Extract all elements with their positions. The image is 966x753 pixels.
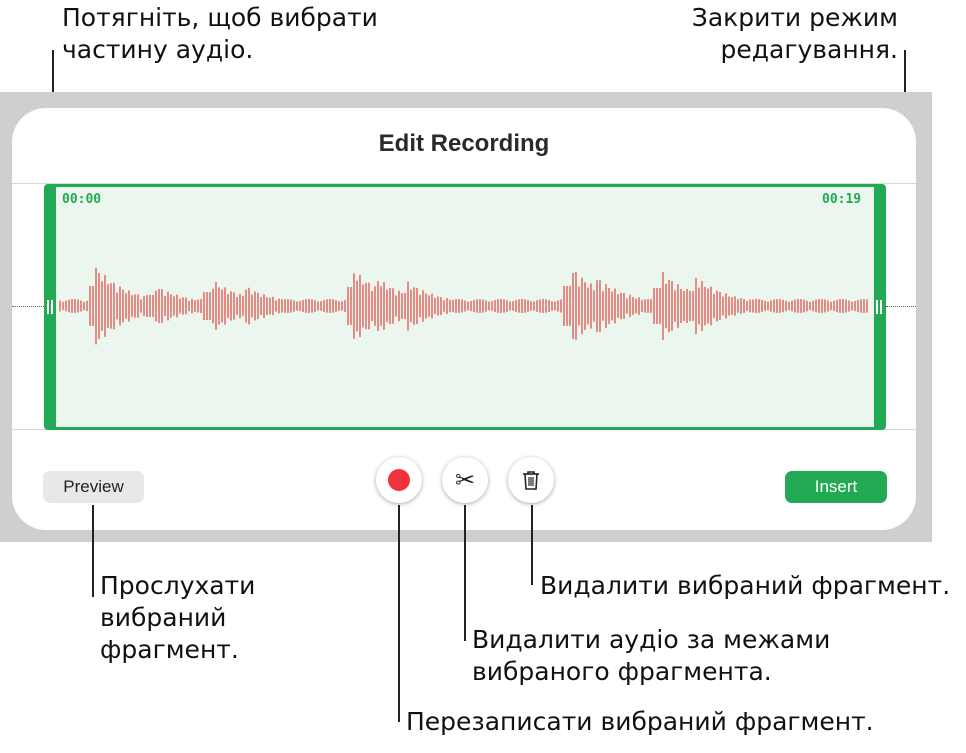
dialog-title: Edit Recording	[378, 130, 550, 157]
leader-line-delete	[531, 505, 533, 585]
leader-line-trim	[464, 505, 466, 641]
left-handle-grip[interactable]	[47, 300, 49, 314]
callout-drag-select: Потягніть, щоб вибрати частину аудіо.	[62, 3, 378, 64]
insert-button[interactable]: Insert	[785, 471, 887, 503]
delete-button[interactable]	[508, 457, 554, 503]
right-handle-grip-2[interactable]	[880, 300, 882, 314]
trash-icon	[523, 471, 539, 490]
callout-rerecord-selection: Перезаписати вибраний фрагмент.	[406, 707, 874, 736]
left-handle-grip-2[interactable]	[51, 300, 53, 314]
leader-line-preview	[92, 505, 94, 597]
record-button[interactable]	[376, 457, 422, 503]
audio-waveform	[59, 267, 868, 345]
callout-delete-selection: Видалити вибраний фрагмент.	[540, 571, 951, 600]
callout-preview-selection: Прослухати вибраний фрагмент.	[100, 571, 256, 664]
trim-button[interactable]: ✂	[442, 457, 488, 503]
right-handle-grip[interactable]	[876, 300, 878, 314]
callout-close-edit: Закрити режим редагування.	[691, 3, 898, 64]
midline-left	[12, 306, 44, 307]
midline-right	[886, 306, 916, 307]
leader-line-record	[398, 505, 400, 722]
callout-trim-outside: Видалити аудіо за межами вибраного фрагм…	[472, 625, 831, 686]
preview-button[interactable]: Preview	[43, 471, 144, 503]
record-icon	[388, 469, 410, 491]
scissors-icon: ✂	[454, 466, 476, 494]
